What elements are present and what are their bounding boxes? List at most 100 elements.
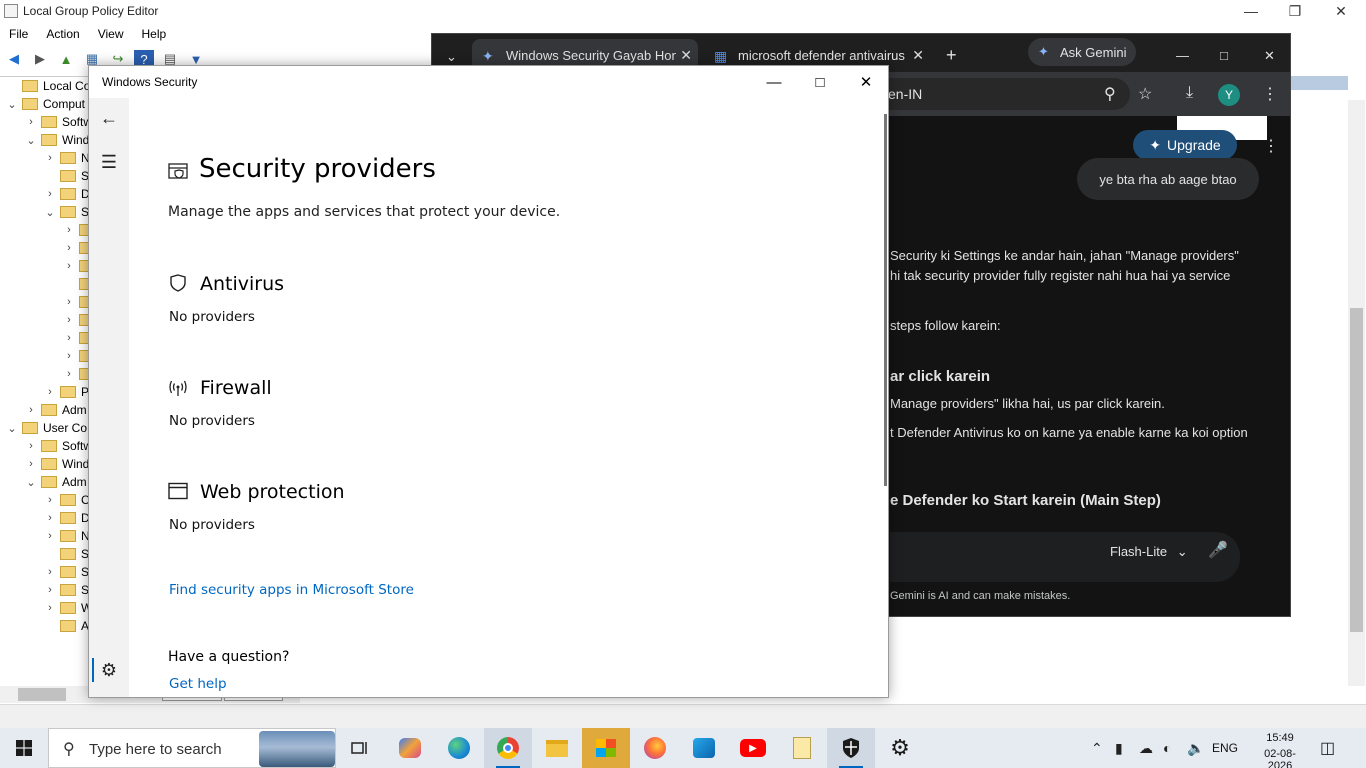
chevron-up-icon[interactable]: ⌃	[1091, 740, 1103, 757]
gpe-restore-button[interactable]: ❐	[1272, 0, 1318, 22]
settings-app[interactable]: ⚙	[876, 728, 924, 768]
chevron-icon[interactable]: ⌄	[25, 134, 37, 147]
chevron-icon[interactable]: ⌄	[44, 206, 56, 219]
notification-center-icon[interactable]: ◫	[1320, 738, 1335, 758]
up-folder-icon[interactable]: ▲	[56, 50, 76, 68]
tree-item[interactable]: › N	[44, 527, 90, 545]
chevron-icon[interactable]: ›	[44, 152, 56, 164]
chevron-icon[interactable]: ›	[63, 350, 75, 362]
start-button[interactable]	[0, 728, 48, 768]
chevron-icon[interactable]: ›	[63, 242, 75, 254]
download-icon[interactable]: ⤓	[1186, 84, 1193, 102]
battery-icon[interactable]: ▮	[1115, 740, 1123, 757]
tree-item[interactable]: › Adm	[25, 401, 87, 419]
chevron-icon[interactable]: ›	[63, 368, 75, 380]
cloud-icon[interactable]: ☁	[1139, 740, 1153, 757]
close-icon[interactable]: ✕	[680, 47, 692, 64]
meet-now-icon[interactable]: ◐	[1163, 740, 1171, 756]
store-app[interactable]	[582, 728, 630, 768]
windows-security-app[interactable]	[827, 728, 875, 768]
menu-file[interactable]: File	[0, 24, 37, 44]
tree-item[interactable]: › P	[44, 383, 89, 401]
ws-close-button[interactable]: ✕	[843, 66, 888, 98]
file-explorer-app[interactable]	[533, 728, 581, 768]
menu-kebab-icon[interactable]: ⋮	[1262, 84, 1278, 104]
microphone-icon[interactable]: 🎤	[1208, 540, 1228, 560]
ws-maximize-button[interactable]: □	[797, 66, 843, 98]
tree-item[interactable]: › Wind	[25, 455, 89, 473]
tree-item[interactable]: ⌄ S	[44, 203, 89, 221]
tree-item[interactable]: › D	[44, 509, 90, 527]
chevron-icon[interactable]: ›	[44, 584, 56, 596]
notepad-app[interactable]	[778, 728, 826, 768]
microsoft-store-link[interactable]: Find security apps in Microsoft Store	[169, 582, 414, 598]
ws-scrollbar[interactable]	[884, 114, 887, 486]
close-icon[interactable]: ✕	[912, 47, 924, 64]
chevron-icon[interactable]: ›	[63, 332, 75, 344]
back-arrow-icon[interactable]: ◀	[4, 50, 24, 68]
tree-item[interactable]: › D	[44, 185, 90, 203]
gpe-close-button[interactable]: ✕	[1318, 0, 1364, 22]
tree-item[interactable]: ⌄ User Co	[6, 419, 87, 437]
model-selector[interactable]: Flash-Lite ⌄	[1110, 544, 1188, 560]
chevron-icon[interactable]: ›	[44, 530, 56, 542]
chevron-icon[interactable]: ›	[63, 224, 75, 236]
ws-minimize-button[interactable]: —	[751, 66, 797, 98]
task-view-button[interactable]	[336, 728, 384, 768]
menu-action[interactable]: Action	[37, 24, 88, 44]
chevron-icon[interactable]: ⌄	[25, 476, 37, 489]
chevron-icon[interactable]: ›	[44, 566, 56, 578]
tree-item[interactable]: › Softw	[25, 437, 92, 455]
tree-item[interactable]: › N	[44, 149, 90, 167]
youtube-app[interactable]: ▶	[729, 728, 777, 768]
tree-item[interactable]: S	[44, 167, 89, 185]
tree-item[interactable]: › S	[44, 563, 89, 581]
gear-icon[interactable]: ⚙	[97, 658, 121, 682]
tree-item[interactable]: › S	[44, 581, 89, 599]
ask-gemini-button[interactable]: ✦ Ask Gemini	[1028, 38, 1136, 66]
chevron-icon[interactable]: ›	[63, 260, 75, 272]
chevron-icon[interactable]: ›	[25, 404, 37, 416]
chevron-icon[interactable]: ⌄	[6, 98, 18, 111]
edge-app[interactable]	[435, 728, 483, 768]
back-arrow-icon[interactable]: ←	[97, 106, 121, 130]
get-help-link[interactable]: Get help	[169, 676, 227, 692]
tree-item[interactable]: A	[44, 617, 89, 635]
chevron-icon[interactable]: ›	[44, 512, 56, 524]
bookmark-star-icon[interactable]: ☆	[1138, 84, 1152, 104]
profile-avatar[interactable]: Y	[1218, 84, 1240, 106]
gpe-vertical-scrollbar[interactable]	[1348, 100, 1365, 686]
tree-item[interactable]: ⌄ Adm	[25, 473, 86, 491]
chrome-maximize-button[interactable]: □	[1210, 39, 1228, 72]
chevron-icon[interactable]: ⌄	[6, 422, 18, 435]
chevron-icon[interactable]: ›	[44, 386, 56, 398]
chrome-app[interactable]	[484, 728, 532, 768]
chevron-icon[interactable]: ›	[44, 602, 56, 614]
chevron-icon[interactable]: ›	[44, 494, 56, 506]
chevron-icon[interactable]: ›	[63, 314, 75, 326]
tree-item[interactable]: ⌄ Wind	[25, 131, 89, 149]
taskbar-search-box[interactable]: ⚲ Type here to search	[48, 728, 336, 768]
clock-time[interactable]: 15:49	[1258, 732, 1302, 744]
chevron-icon[interactable]: ›	[25, 440, 37, 452]
chevron-icon[interactable]: ›	[25, 458, 37, 470]
chevron-icon[interactable]: ›	[63, 296, 75, 308]
chrome-minimize-button[interactable]: —	[1166, 39, 1189, 72]
more-options-icon[interactable]: ⋮	[1263, 136, 1279, 156]
menu-view[interactable]: View	[89, 24, 133, 44]
tree-item[interactable]: › W	[44, 599, 92, 617]
copilot-app[interactable]	[386, 728, 434, 768]
tree-item[interactable]: ⌄ Comput	[6, 95, 85, 113]
forward-arrow-icon[interactable]: ▶	[30, 50, 50, 68]
clock-date[interactable]: 02-08-2026	[1252, 748, 1308, 768]
gpe-minimize-button[interactable]: —	[1228, 0, 1274, 22]
new-tab-button[interactable]: +	[938, 39, 968, 72]
zoom-icon[interactable]: ⚲	[1104, 84, 1116, 104]
chrome-close-button[interactable]: ✕	[1254, 39, 1275, 72]
outlook-app[interactable]	[680, 728, 728, 768]
tree-item[interactable]: › C	[44, 491, 90, 509]
menu-help[interactable]: Help	[133, 24, 176, 44]
firefox-app[interactable]	[631, 728, 679, 768]
upgrade-button[interactable]: ✦ Upgrade	[1133, 130, 1237, 160]
speaker-muted-icon[interactable]: 🔈	[1187, 740, 1204, 757]
